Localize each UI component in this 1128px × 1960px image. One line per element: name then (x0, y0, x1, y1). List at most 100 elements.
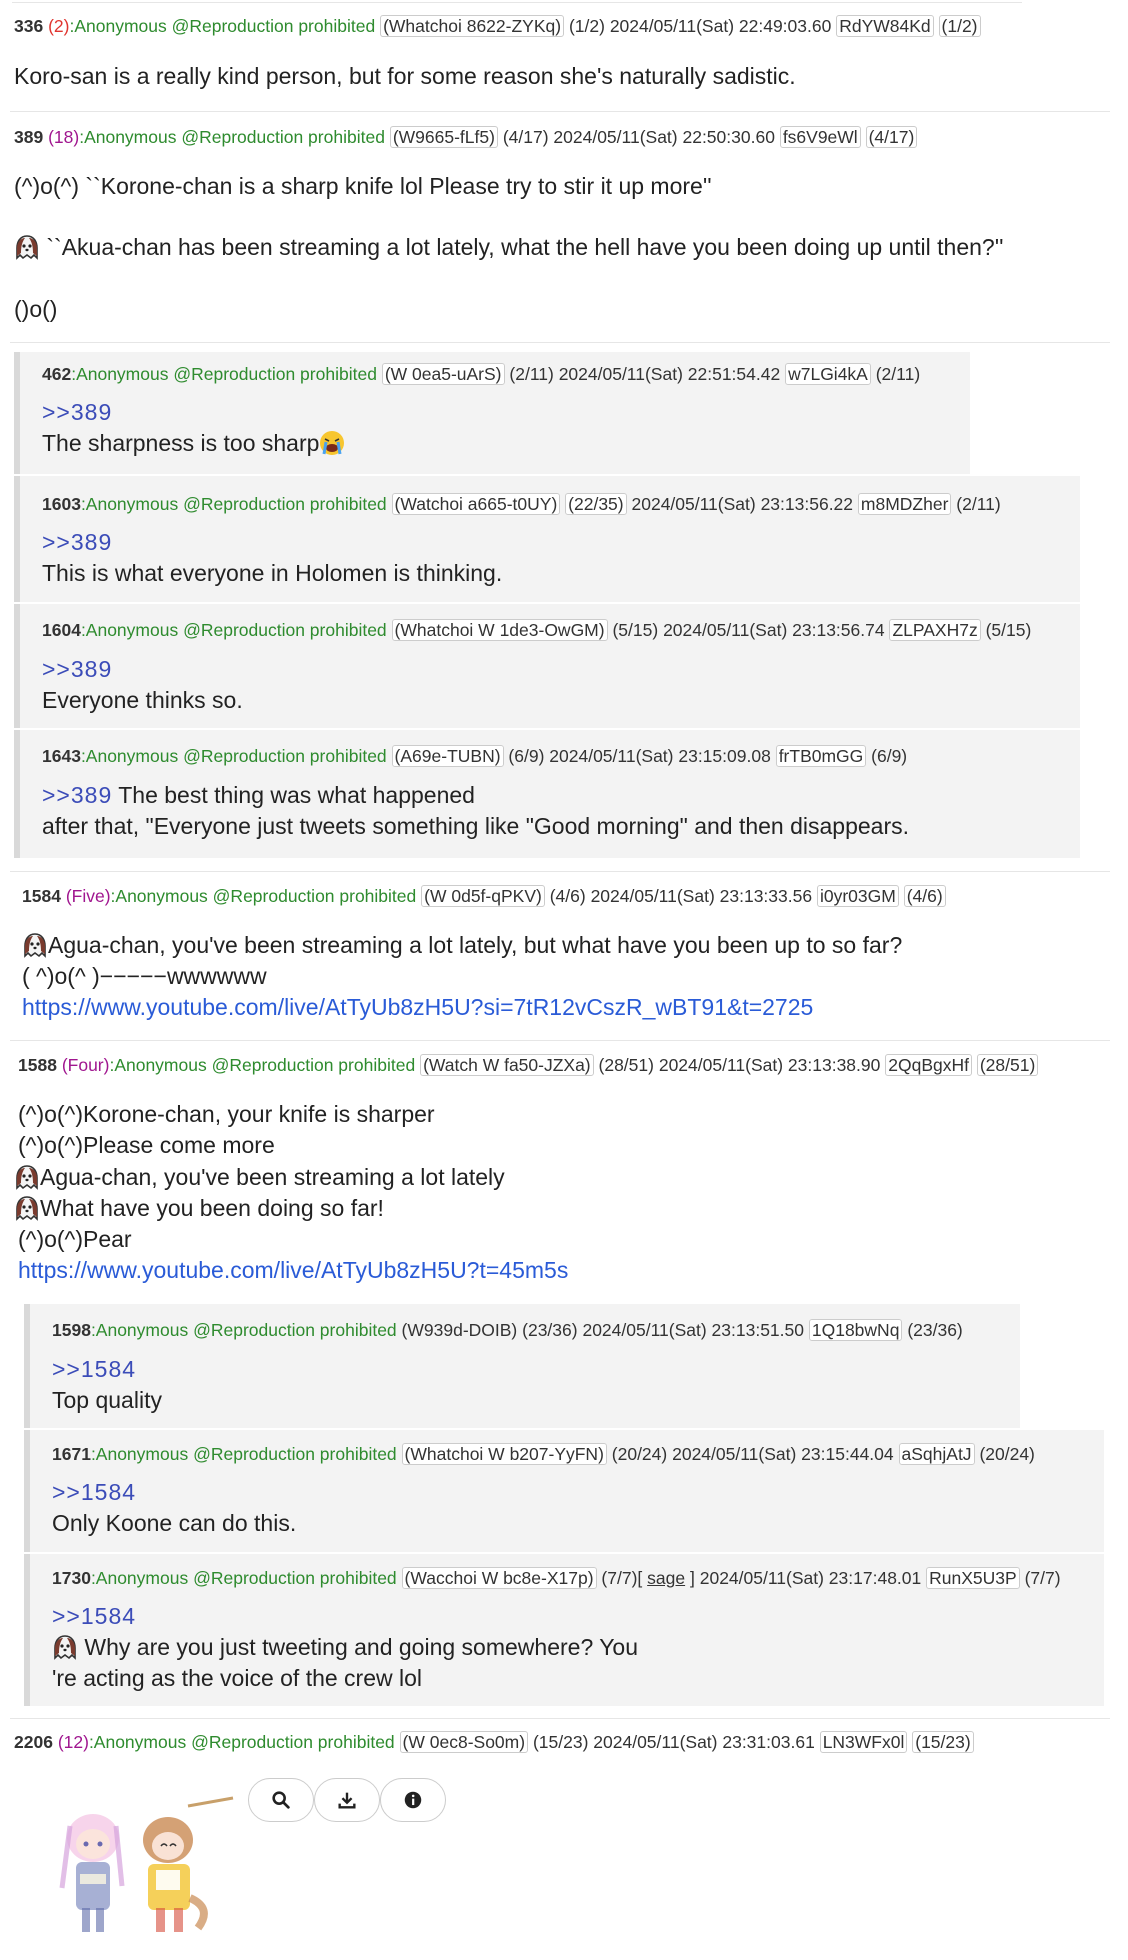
reply-count[interactable]: (Four) (62, 1055, 110, 1075)
post-body: Koro-san is a really kind person, but fo… (14, 61, 796, 92)
reply-ref-line: >>1584 (52, 1354, 136, 1385)
divider (10, 1718, 1110, 1719)
post-number[interactable]: 1584 (22, 886, 61, 906)
post-hash[interactable]: RunX5U3P (926, 1567, 1020, 1589)
post-number[interactable]: 462 (42, 364, 71, 384)
post-seq-badge: (23/36) (907, 1320, 963, 1340)
poster-id[interactable]: (W 0d5f-qPKV) (421, 885, 545, 907)
info-icon (404, 1791, 422, 1809)
post-hash[interactable]: frTB0mGG (775, 745, 867, 767)
poster-id[interactable]: (A69e-TUBN) (391, 745, 504, 767)
post-hash[interactable]: w7LGi4kA (785, 363, 871, 385)
reply-header: 1643:Anonymous @Reproduction prohibited … (42, 744, 907, 768)
post-text: Agua-chan, you've been streaming a lot l… (48, 932, 903, 958)
post-hash[interactable]: LN3WFx0l (819, 1731, 908, 1753)
post-hash[interactable]: RdYW84Kd (836, 15, 934, 37)
post-text: 're acting as the voice of the crew lol (52, 1665, 423, 1691)
quote-link[interactable]: >>389 (42, 529, 112, 555)
reply-count[interactable]: (18) (48, 127, 79, 147)
post-hash[interactable]: m8MDZher (857, 493, 952, 515)
poster-id[interactable]: (W939d-DOIB) (402, 1320, 518, 1340)
post-seq-badge: (5/15) (985, 620, 1032, 640)
info-button[interactable] (380, 1778, 446, 1822)
quote-link[interactable]: >>1584 (52, 1356, 136, 1382)
poster-id[interactable]: (Wacchoi W bc8e-X17p) (401, 1567, 597, 1589)
download-button[interactable] (314, 1778, 380, 1822)
poster-id[interactable]: (W9665-fLf5) (389, 126, 498, 148)
post-hash[interactable]: aSqhjAtJ (898, 1443, 975, 1465)
youtube-link[interactable]: https://www.youtube.com/live/AtTyUb8zH5U… (22, 994, 813, 1020)
post-date: 2024/05/11(Sat) 22:50:30.60 (553, 127, 775, 147)
post-number[interactable]: 1730 (52, 1568, 91, 1588)
post-seq-badge: (2/11) (875, 364, 921, 384)
post-seq-badge[interactable]: (28/51) (976, 1054, 1039, 1076)
post-text: Top quality (52, 1387, 162, 1413)
post-seq: (5/15) (612, 620, 659, 640)
quote-link[interactable]: >>1584 (52, 1603, 136, 1629)
post-date: 2024/05/11(Sat) 23:17:48.01 (699, 1568, 922, 1588)
reply-text-line: 're acting as the voice of the crew lol (52, 1663, 422, 1694)
reply-header: 1598:Anonymous @Reproduction prohibited … (52, 1318, 963, 1342)
reply-1730: 1730:Anonymous @Reproduction prohibited … (24, 1554, 1104, 1706)
reply-text-line: The sharpness is too sharp (42, 428, 345, 459)
post-number[interactable]: 1603 (42, 494, 81, 514)
download-icon (338, 1792, 356, 1809)
reply-462: 462:Anonymous @Reproduction prohibited (… (14, 352, 970, 474)
poster-id[interactable]: (W 0ea5-uArS) (381, 363, 505, 385)
poster-id[interactable]: (W 0ec8-So0m) (399, 1731, 529, 1753)
post-seq-badge: (20/24) (979, 1444, 1035, 1464)
post-hash[interactable]: ZLPAXH7z (889, 619, 981, 641)
post-seq-badge[interactable]: (15/23) (912, 1731, 974, 1753)
quote-link[interactable]: >>1584 (52, 1479, 136, 1505)
post-seq: (6/9) (508, 746, 545, 766)
reply-count[interactable]: (2) (48, 16, 69, 36)
post-hash[interactable]: i0yr03GM (816, 885, 899, 907)
post-text: Everyone thinks so. (42, 687, 243, 713)
post-number[interactable]: 1643 (42, 746, 81, 766)
poster-name: :Anonymous @Reproduction prohibited (71, 364, 377, 384)
poster-id[interactable]: (Watch W fa50-JZXa) (420, 1054, 594, 1076)
post-number[interactable]: 2206 (14, 1732, 53, 1752)
post-text: What have you been doing so far! (40, 1195, 384, 1221)
post-header: 2206 (12):Anonymous @Reproduction prohib… (14, 1730, 974, 1754)
post-number[interactable]: 1588 (18, 1055, 57, 1075)
post-date: 2024/05/11(Sat) 23:31:03.61 (593, 1732, 815, 1752)
sage-label[interactable]: sage (647, 1568, 685, 1588)
post-text: (^)o(^) ``Korone-chan is a sharp knife l… (14, 173, 712, 199)
poster-name: :Anonymous @Reproduction prohibited (90, 1568, 397, 1588)
post-number[interactable]: 389 (14, 127, 43, 147)
poster-id[interactable]: (Whatchoi W b207-YyFN) (401, 1443, 607, 1465)
quote-link[interactable]: >>389 (42, 656, 112, 682)
post-number[interactable]: 336 (14, 16, 43, 36)
post-seq-badge[interactable]: (4/17) (865, 126, 918, 148)
post-text: The sharpness is too sharp (42, 430, 320, 456)
poster-id[interactable]: (Watchoi a665-t0UY) (391, 493, 561, 515)
post-hash[interactable]: fs6V9eWl (779, 126, 861, 148)
reply-count[interactable]: (Five) (66, 886, 111, 906)
poster-name: :Anonymous @Reproduction prohibited (79, 127, 385, 147)
post-line: (^)o(^) ``Korone-chan is a sharp knife l… (14, 171, 712, 202)
reply-text-line: This is what everyone in Holomen is thin… (42, 558, 502, 589)
post-seq-badge[interactable]: (1/2) (938, 15, 981, 37)
post-hash[interactable]: 2QqBgxHf (885, 1054, 972, 1076)
post-seq: (23/36) (522, 1320, 578, 1340)
youtube-link[interactable]: https://www.youtube.com/live/AtTyUb8zH5U… (18, 1257, 568, 1283)
post-number[interactable]: 1671 (52, 1444, 91, 1464)
reply-ref-line: >>389 (42, 527, 112, 558)
post-seq-badge[interactable]: (4/6) (903, 885, 946, 907)
poster-id[interactable]: (Whatchoi 8622-ZYKq) (380, 15, 565, 37)
post-text: Koro-san is a really kind person, but fo… (14, 63, 796, 89)
search-button[interactable] (248, 1778, 314, 1822)
quote-link[interactable]: >>389 (42, 782, 112, 808)
post-seq-badge: (6/9) (871, 746, 908, 766)
post-number[interactable]: 1604 (42, 620, 81, 640)
post-line: (^)o(^)Please come more (18, 1130, 275, 1161)
post-date: 2024/05/11(Sat) 23:15:44.04 (672, 1444, 894, 1464)
post-seq[interactable]: (22/35) (565, 493, 627, 515)
post-hash[interactable]: 1Q18bwNq (808, 1319, 903, 1341)
reply-count[interactable]: (12) (58, 1732, 89, 1752)
poster-id[interactable]: (Whatchoi W 1de3-OwGM) (391, 619, 608, 641)
post-number[interactable]: 1598 (52, 1320, 91, 1340)
quote-link[interactable]: >>389 (42, 399, 112, 425)
post-image[interactable] (38, 1778, 238, 1943)
